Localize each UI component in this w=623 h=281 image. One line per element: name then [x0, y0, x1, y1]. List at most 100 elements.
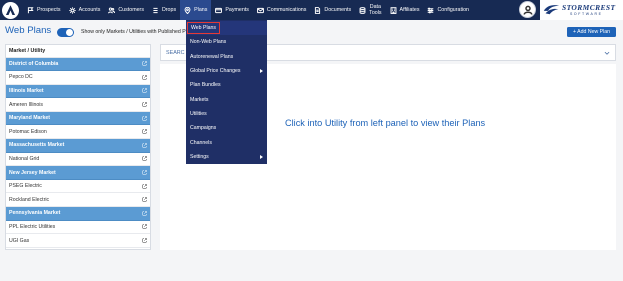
external-link-icon[interactable]	[142, 183, 147, 189]
user-avatar[interactable]	[519, 1, 536, 18]
menu-item-label: Plan Bundles	[190, 82, 221, 89]
published-only-toggle[interactable]	[57, 28, 74, 37]
row-label: New Jersey Market	[9, 169, 56, 176]
app-logo[interactable]	[2, 1, 19, 19]
utility-row[interactable]: Rockland Electric	[6, 193, 150, 208]
menu-item-label: Channels	[190, 139, 212, 146]
plans-dropdown-menu: Web Plans Non-Web Plans Autorenewal Plans G…	[186, 20, 267, 164]
pin-icon	[184, 6, 191, 14]
menu-item-label: Markets	[190, 96, 209, 103]
nav-plans-label: Plans	[194, 7, 208, 13]
external-link-icon[interactable]	[142, 88, 147, 93]
menu-item-label: Non-Web Plans	[190, 39, 227, 46]
nav-payments[interactable]: Payments	[211, 0, 253, 20]
market-row[interactable]: District of Columbia	[6, 57, 150, 72]
market-row[interactable]: Pennsylvania Market	[6, 207, 150, 221]
row-label: National Grid	[9, 155, 40, 162]
market-row[interactable]: Illinois Market	[6, 84, 150, 99]
external-link-icon[interactable]	[142, 211, 147, 216]
published-only-toggle-label: Show only Markets / Utilities with Publi…	[81, 29, 186, 35]
external-link-icon[interactable]	[142, 61, 147, 66]
nav-payments-label: Payments	[225, 7, 249, 13]
nav-data-tools-line2: Tools	[369, 10, 382, 16]
nav-data-tools[interactable]: Data Tools	[355, 0, 385, 20]
row-label: District of Columbia	[9, 60, 59, 67]
menu-item-utilities[interactable]: Utilities	[186, 107, 267, 121]
nav-drops[interactable]: Drops	[148, 0, 180, 20]
panel-header: Market / Utility	[6, 45, 150, 58]
chevron-down-icon[interactable]	[604, 50, 610, 56]
nav-drops-label: Drops	[161, 7, 177, 13]
nav-customers[interactable]: Customers	[104, 0, 148, 20]
external-link-icon[interactable]	[142, 75, 147, 80]
mail-icon	[256, 7, 264, 13]
gear-icon	[68, 6, 76, 14]
market-utility-panel: Market / Utility District of Columbia Pep…	[5, 44, 151, 250]
row-label: PSEG Electric	[9, 183, 42, 190]
nav-plans[interactable]: Plans	[180, 0, 212, 20]
logo-icon	[5, 4, 16, 15]
external-link-icon[interactable]	[142, 224, 147, 229]
page-title: Web Plans	[5, 25, 52, 36]
external-link-icon[interactable]	[142, 238, 147, 243]
row-label: Pepco DC	[9, 74, 33, 81]
row-label: Massachusetts Market	[9, 142, 65, 149]
utility-row[interactable]: Ameren Illinois	[6, 98, 150, 112]
row-label: Potomac Edison	[9, 128, 47, 135]
market-row[interactable]: New Jersey Market	[6, 166, 150, 180]
users-icon	[108, 6, 116, 13]
row-label: UGI Gas	[9, 237, 30, 244]
document-icon	[315, 6, 321, 14]
nav-data-tools-label: Data Tools	[369, 4, 381, 16]
nav-communications[interactable]: Communications	[253, 0, 310, 20]
empty-state-message: Click into Utility from left panel to vi…	[285, 118, 486, 128]
utility-row[interactable]: Potomac Edison	[6, 125, 150, 140]
market-row[interactable]: Maryland Market	[6, 111, 150, 126]
external-link-icon[interactable]	[142, 102, 147, 107]
external-link-icon[interactable]	[142, 197, 147, 202]
nav-affiliates[interactable]: Affiliates	[386, 0, 424, 20]
menu-item-label: Global Price Changes	[190, 68, 241, 75]
external-link-icon[interactable]	[142, 170, 147, 175]
utility-row[interactable]: National Grid	[6, 152, 150, 167]
market-row[interactable]: Massachusetts Market	[6, 139, 150, 153]
menu-item-autorenewal-plans[interactable]: Autorenewal Plans	[186, 50, 267, 64]
external-link-icon[interactable]	[142, 115, 147, 121]
row-label: PPL Electric Utilities	[9, 223, 56, 230]
menu-item-settings[interactable]: Settings	[186, 150, 267, 164]
search-panel-label: SEARC	[166, 49, 185, 56]
row-label: Pennsylvania Market	[9, 210, 61, 217]
external-link-icon[interactable]	[142, 143, 147, 148]
menu-item-label: Utilities	[190, 110, 207, 117]
external-link-icon[interactable]	[142, 129, 147, 134]
drop-icon	[153, 7, 158, 13]
chevron-right-icon	[260, 154, 263, 159]
sliders-icon	[428, 7, 434, 13]
row-label: Ameren Illinois	[9, 101, 44, 108]
external-link-icon[interactable]	[142, 156, 147, 161]
brand-sub: SOFTWARE	[570, 12, 603, 16]
menu-item-markets[interactable]: Markets	[186, 92, 267, 106]
utility-row[interactable]: PPL Electric Utilities	[6, 220, 150, 235]
nav-documents[interactable]: Documents	[310, 0, 355, 20]
brand-name: STORMCREST	[562, 3, 616, 12]
nav-accounts-label: Accounts	[78, 7, 101, 13]
stormcrest-logo-icon	[543, 5, 560, 15]
row-label: Maryland Market	[9, 115, 50, 122]
utility-row[interactable]: UGI Gas	[6, 234, 150, 248]
nav-configuration[interactable]: Configuration	[423, 0, 473, 20]
chevron-right-icon	[260, 69, 263, 74]
nav-prospects[interactable]: Prospects	[23, 0, 65, 20]
menu-item-non-web-plans[interactable]: Non-Web Plans	[186, 35, 267, 49]
menu-item-campaigns[interactable]: Campaigns	[186, 121, 267, 135]
nav-accounts[interactable]: Accounts	[65, 0, 105, 20]
menu-item-global-price-changes[interactable]: Global Price Changes	[186, 64, 267, 78]
menu-item-channels[interactable]: Channels	[186, 135, 267, 149]
menu-item-plan-bundles[interactable]: Plan Bundles	[186, 78, 267, 92]
nav-communications-label: Communications	[266, 7, 307, 13]
utility-row[interactable]: Pepco DC	[6, 71, 150, 85]
menu-item-web-plans[interactable]: Web Plans	[186, 21, 267, 36]
nav-documents-label: Documents	[324, 7, 352, 13]
add-new-plan-button[interactable]: + Add New Plan	[567, 27, 616, 37]
utility-row[interactable]: PSEG Electric	[6, 179, 150, 194]
